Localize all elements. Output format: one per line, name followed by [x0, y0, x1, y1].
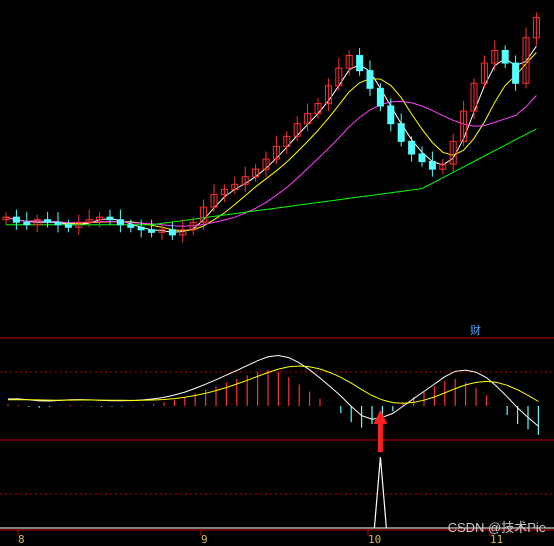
ma60-line	[6, 128, 537, 226]
candle-body	[44, 219, 52, 223]
candle-body	[23, 221, 31, 226]
candle-body	[408, 140, 416, 155]
candle-body	[148, 229, 156, 233]
candle-body	[512, 62, 520, 84]
candle-body	[106, 216, 114, 221]
candle-body	[501, 49, 509, 64]
x-tick-label: 10	[368, 533, 382, 546]
candle-body	[137, 226, 145, 231]
candle-body	[168, 229, 176, 236]
candle-body	[127, 224, 135, 228]
candle-body	[428, 161, 436, 170]
x-tick-label: 8	[18, 533, 25, 546]
candle-body	[64, 224, 72, 228]
candle-body	[116, 219, 124, 226]
x-tick-label: 9	[201, 533, 208, 546]
candle-body	[54, 221, 62, 226]
moving-average-lines	[5, 45, 537, 233]
panel-glyph: 财	[470, 324, 481, 337]
macd-dif-line	[7, 354, 539, 427]
candle-body	[397, 123, 405, 142]
stock-chart	[0, 12, 554, 536]
candle-body	[12, 216, 20, 223]
candle-body	[366, 70, 374, 89]
candle-body	[356, 54, 364, 72]
candle-body	[418, 153, 426, 163]
candle-body	[387, 105, 395, 125]
macd-dea-line	[7, 365, 539, 404]
chart-frame	[0, 337, 554, 536]
ma5-line	[5, 45, 537, 233]
candlesticks	[2, 12, 540, 243]
candle-body	[376, 87, 384, 107]
macd-panel	[7, 354, 540, 435]
ma10-line	[5, 52, 537, 232]
ma20-line	[5, 95, 537, 227]
signal-spike	[373, 456, 387, 529]
watermark: CSDN @技术Pie	[447, 520, 546, 535]
